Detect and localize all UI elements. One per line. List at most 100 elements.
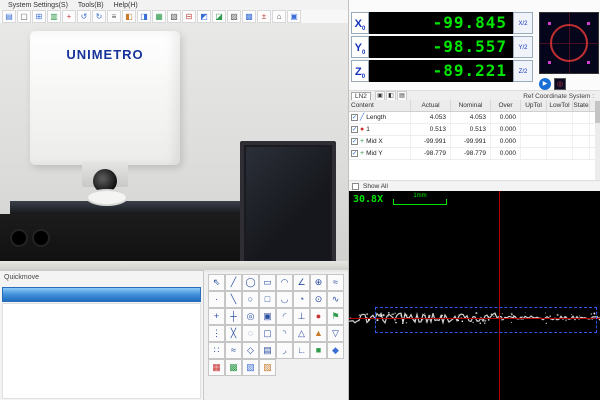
tool-icon[interactable]: ⋮	[208, 325, 225, 342]
table-scrollbar[interactable]	[595, 100, 600, 180]
tool-icon[interactable]: ∟	[293, 342, 310, 359]
edge-selection-rect[interactable]	[375, 307, 597, 333]
tool-icon[interactable]: ▤	[259, 342, 276, 359]
toolbar-icon[interactable]: ◧	[122, 10, 136, 23]
target-button[interactable]: ◎	[554, 78, 566, 90]
results-table: ContentActualNominalOverUpTolLowTolState…	[349, 100, 600, 180]
table-row[interactable]: ✓+Mid X -99.991 -99.991 0.000	[349, 136, 600, 148]
tool-icon[interactable]: ◝	[276, 325, 293, 342]
toolbar-icon[interactable]: ▢	[17, 10, 31, 23]
tool-icon[interactable]: ⇖	[208, 274, 225, 291]
tool-icon[interactable]: ●	[310, 308, 327, 325]
toolbar-icon[interactable]: ◩	[197, 10, 211, 23]
toolbar-icon[interactable]: ±	[257, 10, 271, 23]
tool-icon[interactable]: ○	[242, 291, 259, 308]
table-row[interactable]: ✓╱Length 4.053 4.053 0.000	[349, 112, 600, 124]
row-checkbox[interactable]: ✓	[351, 114, 358, 121]
toolbar-icon[interactable]: +	[62, 10, 76, 23]
tool-icon[interactable]: ▽	[327, 325, 344, 342]
toolbar-icon[interactable]: ▣	[287, 10, 301, 23]
tool-icon[interactable]: ⊥	[293, 308, 310, 325]
dro-half-button[interactable]: X/2	[513, 12, 533, 34]
table-row[interactable]: ✓+Mid Y -98.779 -98.779 0.000	[349, 148, 600, 160]
column-header[interactable]: LowTol	[547, 100, 573, 111]
scrollbar-thumb[interactable]	[595, 101, 600, 123]
tool-icon[interactable]: ∷	[208, 342, 225, 359]
stage-navigation-view[interactable]	[539, 12, 599, 74]
tool-icon[interactable]: □	[259, 291, 276, 308]
column-header[interactable]: Actual	[411, 100, 451, 111]
dro-axis-value: -89.221	[369, 60, 513, 82]
tool-icon[interactable]: ▭	[259, 274, 276, 291]
toolbar-icon[interactable]: ▩	[242, 10, 256, 23]
toolbar-icon[interactable]: ↺	[77, 10, 91, 23]
toolbar-icon[interactable]: ⌂	[272, 10, 286, 23]
tool-icon[interactable]: ◌	[242, 325, 259, 342]
tool-icon[interactable]: ╳	[225, 325, 242, 342]
column-header[interactable]: Content	[349, 100, 411, 111]
tool-icon[interactable]: ┼	[225, 308, 242, 325]
menu-item[interactable]: Help(H)	[109, 2, 143, 9]
cell-uptol	[521, 112, 547, 123]
tool-icon[interactable]: ◜	[276, 308, 293, 325]
toolbar-icon[interactable]: ▤	[2, 10, 16, 23]
tool-icon[interactable]: ◔	[293, 291, 310, 308]
menu-item[interactable]: Tools(B)	[73, 2, 109, 9]
machine-knob	[10, 229, 28, 247]
tool-icon[interactable]: ▨	[259, 359, 276, 376]
toolbar-icon[interactable]: ▥	[47, 10, 61, 23]
row-checkbox[interactable]: ✓	[351, 138, 358, 145]
camera-view[interactable]: 30.8X 1mm	[349, 191, 600, 400]
toolbar-icon[interactable]: ▧	[167, 10, 181, 23]
tool-icon[interactable]: ⊙	[310, 291, 327, 308]
tool-icon[interactable]: ╲	[225, 291, 242, 308]
tool-icon[interactable]: ■	[310, 342, 327, 359]
menu-item[interactable]: System Settings(S)	[3, 2, 73, 9]
toolbar-icon[interactable]: ▨	[227, 10, 241, 23]
show-all-checkbox[interactable]	[352, 183, 359, 190]
dro-half-button[interactable]: Y/2	[513, 36, 533, 58]
row-checkbox[interactable]: ✓	[351, 150, 358, 157]
column-header[interactable]: State	[573, 100, 590, 111]
tool-icon[interactable]: ▧	[242, 359, 259, 376]
toolbar-icon[interactable]: ◪	[212, 10, 226, 23]
dro-half-button[interactable]: Z/2	[513, 60, 533, 82]
tool-icon[interactable]: ▩	[225, 359, 242, 376]
play-button[interactable]: ▶	[539, 78, 551, 90]
column-header[interactable]: Nominal	[451, 100, 491, 111]
tool-icon[interactable]: ▣	[259, 308, 276, 325]
toolbar-icon[interactable]: ≡	[107, 10, 121, 23]
column-header[interactable]: UpTol	[521, 100, 547, 111]
tool-icon[interactable]: ╱	[225, 274, 242, 291]
tool-icon[interactable]: ·	[208, 291, 225, 308]
toolbar-icon[interactable]: ◨	[137, 10, 151, 23]
tool-icon[interactable]: ◎	[242, 308, 259, 325]
tool-icon[interactable]: ▢	[259, 325, 276, 342]
toolbar-icon[interactable]: ⊞	[32, 10, 46, 23]
tool-icon[interactable]: ▦	[208, 359, 225, 376]
nav-corner-dot	[587, 61, 590, 64]
tool-icon[interactable]: ⚑	[327, 308, 344, 325]
tool-icon[interactable]: ◆	[327, 342, 344, 359]
column-header[interactable]: Over	[491, 100, 521, 111]
toolbar-icon[interactable]: ⊟	[182, 10, 196, 23]
tool-icon[interactable]: ▲	[310, 325, 327, 342]
tool-icon[interactable]: △	[293, 325, 310, 342]
toolbar-icon[interactable]: ↻	[92, 10, 106, 23]
tool-icon[interactable]: ⊕	[310, 274, 327, 291]
tool-icon[interactable]: ◯	[242, 274, 259, 291]
tool-icon[interactable]: ≈	[327, 274, 344, 291]
tool-icon[interactable]: +	[208, 308, 225, 325]
tool-icon[interactable]: ◞	[276, 342, 293, 359]
tool-icon[interactable]: ∿	[327, 291, 344, 308]
quickmove-speed-slider[interactable]	[2, 287, 201, 302]
toolbar-icon[interactable]: ▦	[152, 10, 166, 23]
tool-icon[interactable]: ∠	[293, 274, 310, 291]
table-row[interactable]: ✓●1 0.513 0.513 0.000	[349, 124, 600, 136]
row-checkbox[interactable]: ✓	[351, 126, 358, 133]
cell-nominal: 4.053	[451, 112, 491, 123]
tool-icon[interactable]: ◠	[276, 274, 293, 291]
tool-icon[interactable]: ◇	[242, 342, 259, 359]
tool-icon[interactable]: ◡	[276, 291, 293, 308]
tool-icon[interactable]: ≈	[225, 342, 242, 359]
